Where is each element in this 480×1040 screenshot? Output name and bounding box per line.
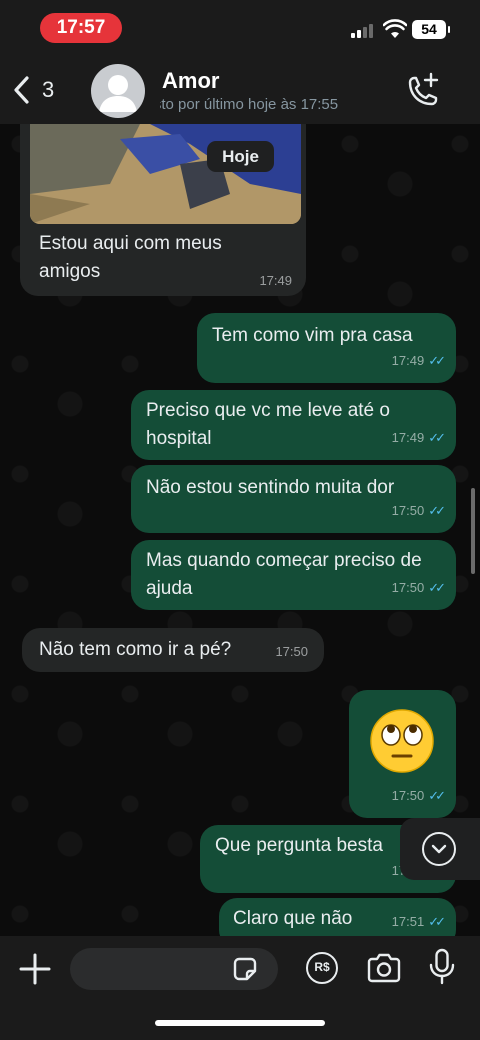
last-seen-status: visto por último hoje às 17:55 bbox=[160, 96, 392, 113]
double-check-icon: ✓✓ bbox=[428, 430, 446, 445]
date-chip: Hoje bbox=[207, 141, 274, 172]
message-time: 17:50 bbox=[391, 788, 425, 803]
microphone-icon[interactable] bbox=[428, 948, 456, 986]
message-meta: 17:49 ✓✓ bbox=[391, 424, 446, 452]
chat-header: 3 Amor visto por último hoje às 17:55 bbox=[0, 56, 480, 124]
message-time: 17:49 bbox=[391, 430, 425, 445]
message-meta: 17:49 bbox=[259, 273, 292, 288]
message-meta: 17:50 ✓✓ bbox=[391, 782, 446, 810]
unread-count: 3 bbox=[42, 77, 55, 102]
outgoing-message[interactable]: Tem como vim pra casa 17:49 ✓✓ bbox=[197, 313, 456, 383]
status-time: 17:57 bbox=[40, 13, 122, 43]
message-text: Tem como vim pra casa bbox=[212, 325, 413, 346]
message-meta: 17:49 ✓✓ bbox=[391, 347, 446, 375]
status-bar: 17:57 54 bbox=[0, 0, 480, 56]
outgoing-message[interactable]: Não estou sentindo muita dor 17:50 ✓✓ bbox=[131, 465, 456, 533]
message-meta: 17:50 bbox=[275, 638, 308, 666]
message-text: Estou aqui com meus amigos bbox=[39, 233, 222, 282]
message-time: 17:50 bbox=[391, 580, 425, 595]
double-check-icon: ✓✓ bbox=[428, 788, 446, 803]
message-time: 17:50 bbox=[275, 644, 308, 659]
payment-button[interactable]: R$ bbox=[306, 952, 338, 984]
sticker-icon[interactable] bbox=[230, 954, 260, 984]
outgoing-message[interactable]: Preciso que vc me leve até o hospital 17… bbox=[131, 390, 456, 460]
scrollbar[interactable] bbox=[471, 488, 475, 574]
avatar[interactable] bbox=[91, 64, 145, 118]
outgoing-emoji-message[interactable]: 🙄 17:50 ✓✓ bbox=[349, 690, 456, 818]
message-meta: 17:50 ✓✓ bbox=[391, 574, 446, 602]
back-button[interactable]: 3 bbox=[12, 72, 68, 108]
scroll-to-bottom-button[interactable] bbox=[400, 818, 480, 880]
photo-image bbox=[30, 124, 301, 224]
double-check-icon: ✓✓ bbox=[428, 503, 446, 518]
outgoing-message[interactable]: Mas quando começar preciso de ajuda 17:5… bbox=[131, 540, 456, 610]
wifi-icon bbox=[383, 19, 407, 38]
double-check-icon: ✓✓ bbox=[428, 580, 446, 595]
double-check-icon: ✓✓ bbox=[428, 353, 446, 368]
message-time: 17:50 bbox=[391, 503, 425, 518]
last-seen-text: visto por último hoje às 17:55 bbox=[160, 96, 339, 113]
double-check-icon: ✓✓ bbox=[428, 914, 446, 929]
contact-name[interactable]: Amor bbox=[162, 68, 219, 94]
message-meta: 17:51 ✓✓ bbox=[391, 908, 446, 936]
chevron-left-icon bbox=[14, 76, 29, 104]
incoming-message[interactable]: Não tem como ir a pé? 17:50 bbox=[22, 628, 324, 672]
message-text: Não tem como ir a pé? bbox=[39, 639, 232, 660]
eye-roll-emoji-icon bbox=[370, 709, 434, 773]
photo-thumbnail[interactable] bbox=[30, 124, 301, 224]
incoming-image-message[interactable]: Hoje Estou aqui com meus amigos 17:49 bbox=[20, 124, 306, 296]
home-indicator[interactable] bbox=[155, 1020, 325, 1026]
add-call-icon[interactable] bbox=[402, 72, 442, 112]
message-time: 17:51 bbox=[391, 914, 425, 929]
signal-icon bbox=[351, 24, 373, 38]
camera-icon[interactable] bbox=[366, 952, 402, 984]
battery-indicator: 54 bbox=[412, 20, 450, 39]
message-time: 17:49 bbox=[391, 353, 425, 368]
message-time: 17:49 bbox=[259, 273, 292, 288]
plus-icon[interactable] bbox=[18, 952, 52, 986]
message-meta: 17:50 ✓✓ bbox=[391, 497, 446, 525]
default-avatar-icon bbox=[99, 75, 137, 112]
chevron-down-icon bbox=[422, 832, 456, 866]
